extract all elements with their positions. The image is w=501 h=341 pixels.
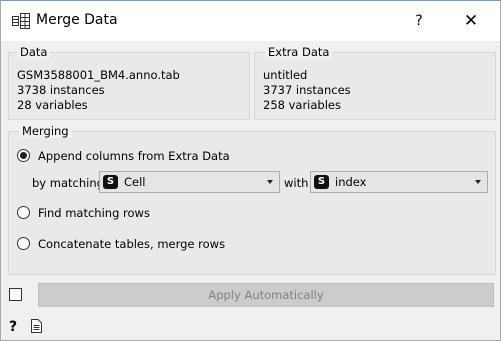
data-instances: 3738 instances: [17, 83, 105, 97]
find-matching-rows-radio[interactable]: [17, 206, 30, 219]
data-filename: GSM3588001_BM4.anno.tab: [17, 68, 180, 82]
extra-instances: 3737 instances: [263, 83, 351, 97]
data-info-box: Data GSM3588001_BM4.anno.tab 3738 instan…: [8, 45, 250, 120]
extra-filename: untitled: [263, 68, 308, 82]
left-key-combo[interactable]: S Cell: [99, 171, 280, 193]
document-icon[interactable]: [31, 319, 42, 333]
merge-data-window: Merge Data ? ✕ Data GSM3588001_BM4.anno.…: [0, 0, 501, 341]
data-box-title: Data: [17, 45, 51, 59]
string-type-icon: S: [314, 175, 329, 189]
auto-apply-checkbox[interactable]: [9, 288, 22, 301]
data-variables: 28 variables: [17, 98, 88, 112]
merging-group-title: Merging: [19, 124, 72, 138]
left-key-value: Cell: [124, 175, 146, 189]
help-button[interactable]: ?: [401, 7, 437, 35]
append-columns-label[interactable]: Append columns from Extra Data: [38, 149, 230, 163]
concatenate-tables-label[interactable]: Concatenate tables, merge rows: [38, 237, 225, 251]
extra-data-info-box: Extra Data untitled 3737 instances 258 v…: [254, 45, 496, 120]
question-icon[interactable]: ?: [9, 319, 17, 335]
chevron-down-icon: [475, 180, 481, 184]
append-columns-radio[interactable]: [17, 149, 30, 162]
right-key-combo[interactable]: S index: [310, 171, 488, 193]
chevron-down-icon: [267, 180, 273, 184]
by-matching-label: by matching: [32, 176, 104, 190]
merging-group: Merging Append columns from Extra Data b…: [8, 124, 496, 275]
window-title: Merge Data: [36, 12, 118, 28]
title-bar: Merge Data ? ✕: [1, 1, 500, 41]
extra-variables: 258 variables: [263, 98, 341, 112]
apply-button[interactable]: Apply Automatically: [38, 283, 494, 307]
right-key-value: index: [335, 175, 367, 189]
string-type-icon: S: [103, 175, 118, 189]
with-label: with: [284, 176, 309, 190]
find-matching-rows-label[interactable]: Find matching rows: [38, 206, 150, 220]
close-button[interactable]: ✕: [453, 7, 489, 35]
extra-box-title: Extra Data: [265, 45, 333, 59]
merge-table-icon: [12, 13, 30, 29]
concatenate-tables-radio[interactable]: [17, 237, 30, 250]
